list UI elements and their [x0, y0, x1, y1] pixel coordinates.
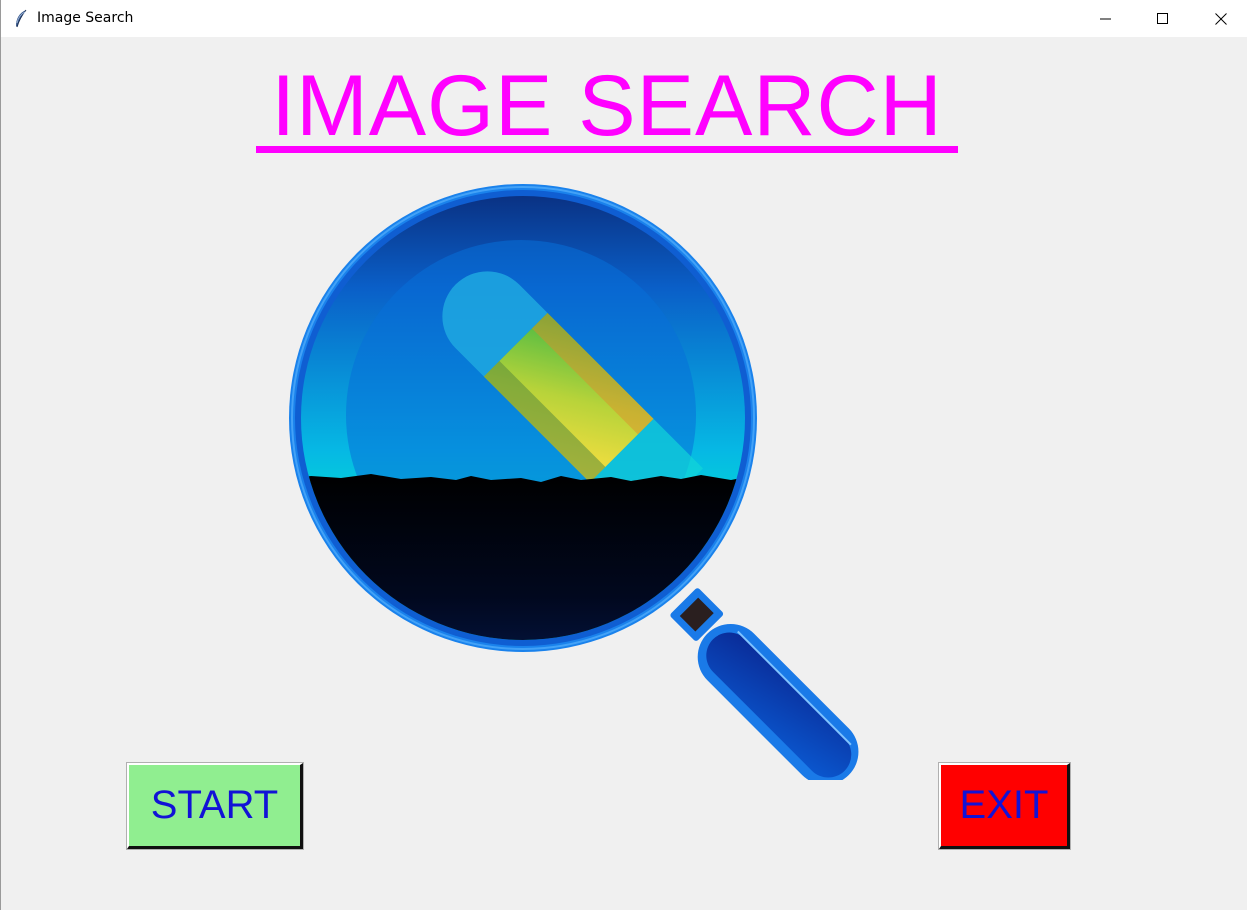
close-icon — [1215, 12, 1227, 25]
title-bar[interactable]: Image Search — [1, 0, 1247, 37]
magnifying-glass-image-logo — [289, 184, 859, 780]
start-button[interactable]: START — [126, 762, 304, 850]
minimize-icon — [1100, 18, 1111, 19]
window-title: Image Search — [37, 10, 134, 26]
close-button[interactable] — [1198, 0, 1244, 37]
page-title: IMAGE SEARCH — [271, 58, 943, 154]
maximize-button[interactable] — [1140, 0, 1186, 37]
feather-icon — [16, 9, 27, 28]
maximize-icon — [1157, 12, 1168, 24]
app-window: Image Search IMAGE SEARCH START EXIT — [0, 0, 1247, 910]
minimize-button[interactable] — [1083, 0, 1129, 37]
exit-button[interactable]: EXIT — [938, 762, 1071, 850]
title-underline — [256, 146, 958, 153]
